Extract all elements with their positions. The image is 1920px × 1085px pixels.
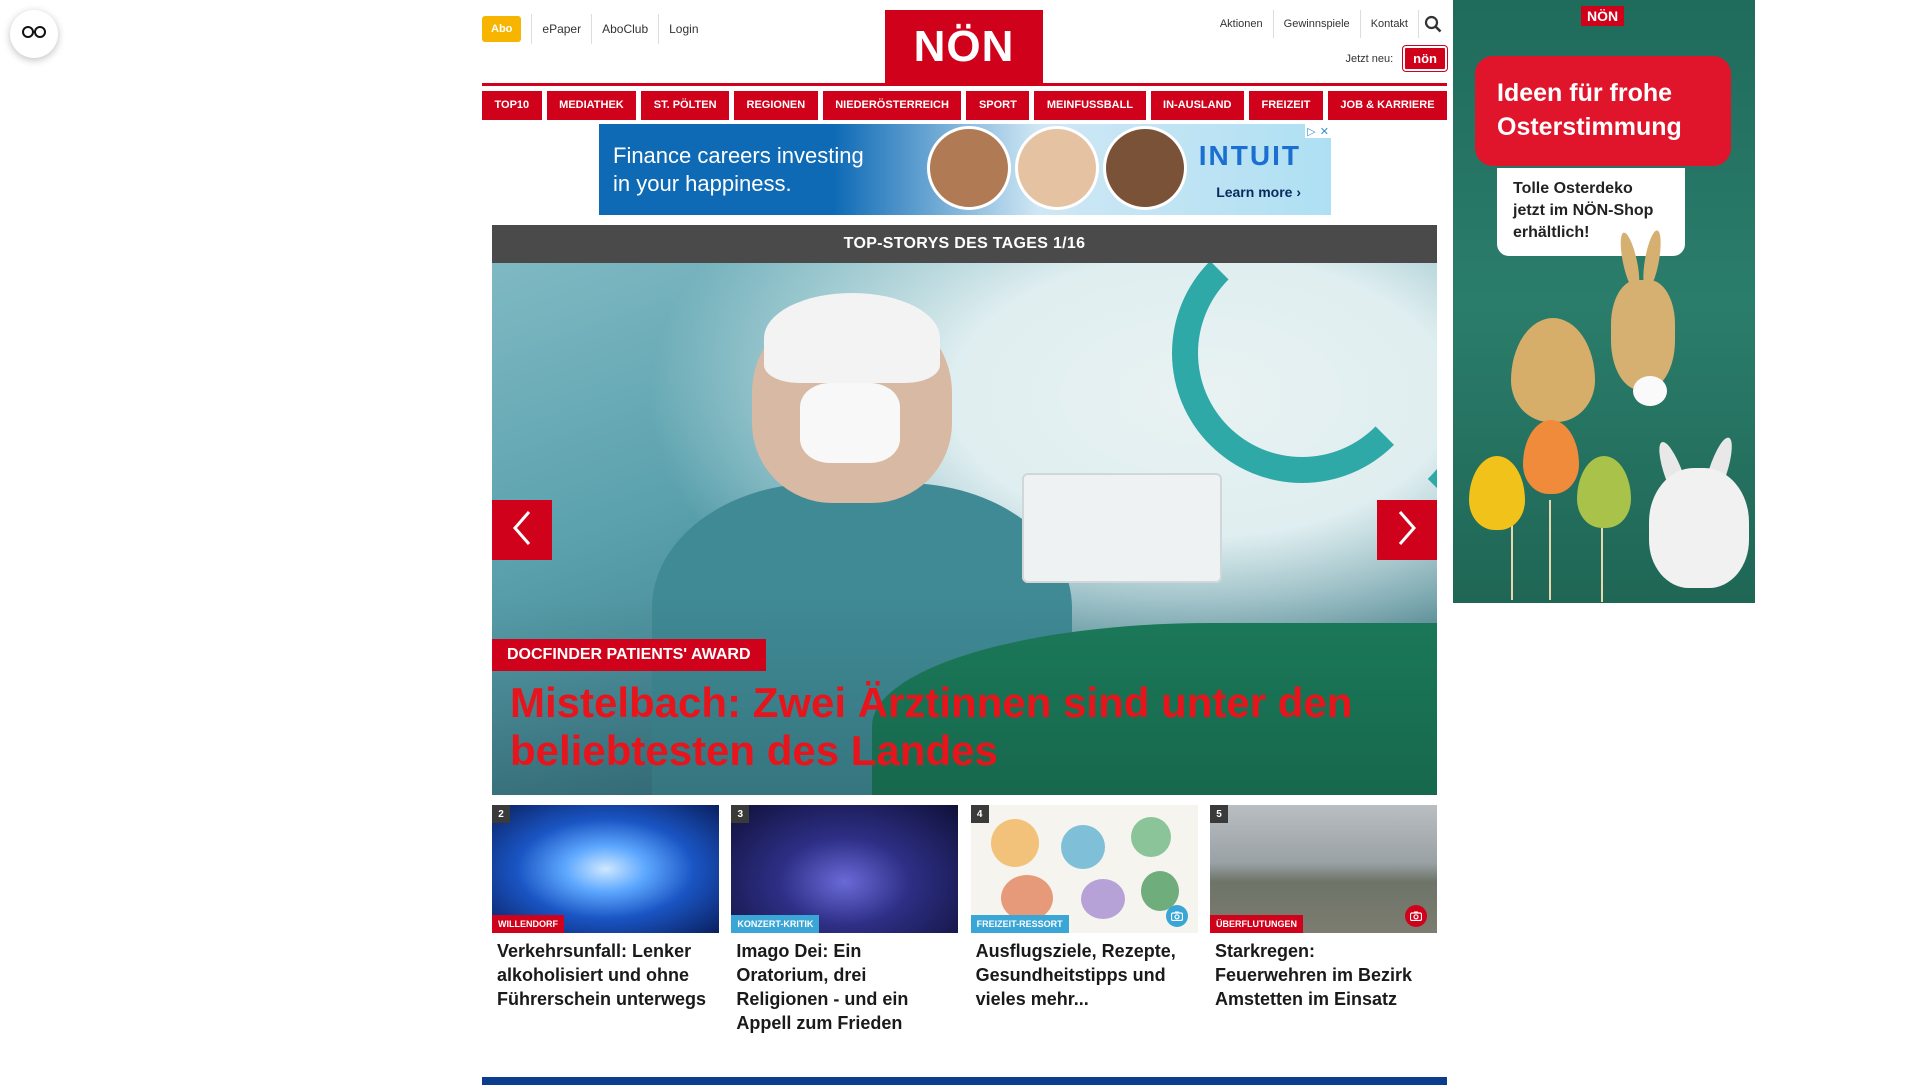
top-stories-header: TOP-STORYS DES TAGES 1/16 xyxy=(492,225,1437,263)
skyscraper-ad[interactable]: NÖN Ideen für frohe Osterstimmung Tolle … xyxy=(1453,0,1755,603)
nav-item-sport[interactable]: SPORT xyxy=(966,91,1030,120)
nav-item-in-ausland[interactable]: IN-AUSLAND xyxy=(1150,91,1245,120)
slider-next-button[interactable] xyxy=(1377,500,1437,560)
hero-image-figure xyxy=(764,293,940,383)
story-rank: 5 xyxy=(1209,805,1228,823)
story-headline[interactable]: Ausflugsziele, Rezepte, Gesundheitstipps… xyxy=(971,939,1198,1011)
story-category[interactable]: KONZERT-KRITIK xyxy=(731,915,820,933)
site-logo[interactable]: NÖN xyxy=(885,10,1043,83)
slider-prev-button[interactable] xyxy=(492,500,552,560)
story-headline[interactable]: Verkehrsunfall: Lenker alkoholisiert und… xyxy=(492,939,719,1011)
banner-ad-text: Finance careers investing in your happin… xyxy=(613,142,864,198)
story-thumbnail[interactable]: 5 ÜBERFLUTUNGEN xyxy=(1209,805,1437,933)
story-cards: 2 WILLENDORF Verkehrsunfall: Lenker alko… xyxy=(492,805,1437,1035)
story-card[interactable]: 4 FREIZEIT-RESSORT Ausflugsziele, Rezept… xyxy=(970,805,1198,1035)
story-category[interactable]: FREIZEIT-RESSORT xyxy=(970,915,1069,933)
nav-item-niederoesterreich[interactable]: NIEDERÖSTERREICH xyxy=(822,91,962,120)
skyscraper-ad-sub-line1: Tolle Osterdeko xyxy=(1513,180,1633,197)
banner-ad-line2: in your happiness. xyxy=(613,171,792,196)
reader-mode-button[interactable] xyxy=(10,10,58,58)
egg-stick xyxy=(1601,526,1603,602)
nav-item-freizeit[interactable]: FREIZEIT xyxy=(1249,91,1323,120)
section-divider xyxy=(482,1077,1447,1085)
search-icon[interactable] xyxy=(1419,10,1447,38)
story-thumbnail[interactable]: 3 KONZERT-KRITIK xyxy=(731,805,959,933)
nav-item-mediathek[interactable]: MEDIATHEK xyxy=(546,91,637,120)
skyscraper-ad-sub-line2: jetzt im NÖN-Shop xyxy=(1513,202,1654,219)
illustration-shape xyxy=(1080,879,1125,919)
epaper-link[interactable]: ePaper xyxy=(531,14,591,44)
kontakt-link[interactable]: Kontakt xyxy=(1361,10,1419,38)
egg-stick xyxy=(1511,520,1513,600)
top-stories: TOP-STORYS DES TAGES 1/16 DOCFINDER PATI… xyxy=(492,225,1437,795)
skyscraper-ad-headline-line1: Ideen für frohe xyxy=(1497,79,1673,107)
bunny-decoration xyxy=(1633,376,1667,406)
gewinnspiele-link[interactable]: Gewinnspiele xyxy=(1274,10,1361,38)
story-headline[interactable]: Imago Dei: Ein Oratorium, drei Religione… xyxy=(731,939,958,1035)
skyscraper-ad-logo: NÖN xyxy=(1581,6,1625,26)
banner-ad[interactable]: Finance careers investing in your happin… xyxy=(599,124,1331,215)
hero-slide[interactable]: DOCFINDER PATIENTS' AWARD Mistelbach: Zw… xyxy=(492,263,1437,795)
story-rank: 4 xyxy=(970,805,989,823)
camera-icon xyxy=(1165,905,1188,927)
illustration-shape xyxy=(1060,825,1105,869)
hero-title[interactable]: Mistelbach: Zwei Ärztinnen sind unter de… xyxy=(510,679,1420,775)
hero-kicker[interactable]: DOCFINDER PATIENTS' AWARD xyxy=(492,639,766,671)
story-category[interactable]: ÜBERFLUTUNGEN xyxy=(1209,915,1303,933)
banner-ad-cta[interactable]: Learn more › xyxy=(1216,184,1301,200)
nav-item-meinfussball[interactable]: MEINFUSSBALL xyxy=(1034,91,1146,120)
illustration-shape xyxy=(1130,817,1171,857)
nav-item-regionen[interactable]: REGIONEN xyxy=(734,91,818,120)
story-rank: 3 xyxy=(731,805,750,823)
skyscraper-ad-sub-line3: erhältlich! xyxy=(1513,224,1590,241)
egg-decoration xyxy=(1577,456,1631,528)
close-icon[interactable]: ✕ xyxy=(1320,125,1329,138)
bunny-decoration xyxy=(1611,280,1675,390)
banner-ad-line1: Finance careers investing xyxy=(613,143,864,168)
story-card[interactable]: 2 WILLENDORF Verkehrsunfall: Lenker alko… xyxy=(492,805,719,1035)
aktionen-link[interactable]: Aktionen xyxy=(1210,10,1274,38)
new-app-badge[interactable]: nön xyxy=(1403,46,1447,71)
hero-image-device xyxy=(1022,473,1222,583)
utility-nav-right: Aktionen Gewinnspiele Kontakt xyxy=(1210,10,1447,38)
utility-nav-left: Abo ePaper AboClub Login xyxy=(482,14,709,44)
main-nav: TOP10 MEDIATHEK ST. PÖLTEN REGIONEN NIED… xyxy=(482,91,1448,120)
jetzt-neu-label: Jetzt neu: xyxy=(1345,52,1394,65)
story-thumbnail[interactable]: 2 WILLENDORF xyxy=(492,805,719,933)
banner-ad-photos xyxy=(927,126,1187,210)
nav-item-st-poelten[interactable]: ST. PÖLTEN xyxy=(641,91,730,120)
story-card[interactable]: 3 KONZERT-KRITIK Imago Dei: Ein Oratoriu… xyxy=(731,805,959,1035)
jetzt-neu: Jetzt neu: nön xyxy=(1345,46,1447,71)
story-headline[interactable]: Starkregen: Feuerwehren im Bezirk Amstet… xyxy=(1210,939,1437,1011)
egg-decoration xyxy=(1469,456,1525,530)
story-rank: 2 xyxy=(492,805,510,823)
nav-item-top10[interactable]: TOP10 xyxy=(482,91,542,120)
aboclub-link[interactable]: AboClub xyxy=(591,14,658,44)
story-card[interactable]: 5 ÜBERFLUTUNGEN Starkregen: Feuerwehren … xyxy=(1209,805,1437,1035)
illustration-shape xyxy=(990,819,1039,867)
ad-choices-icon[interactable]: ▷ xyxy=(1307,125,1315,138)
chevron-left-icon xyxy=(512,510,532,551)
glasses-icon xyxy=(22,25,46,44)
story-category[interactable]: WILLENDORF xyxy=(492,915,564,933)
camera-icon xyxy=(1404,905,1427,927)
ad-photo xyxy=(1103,126,1187,210)
egg-decoration xyxy=(1511,318,1595,422)
hero-image-figure xyxy=(800,383,900,463)
abo-button[interactable]: Abo xyxy=(482,16,522,42)
egg-stick xyxy=(1549,500,1551,600)
chevron-right-icon xyxy=(1397,510,1417,551)
skyscraper-ad-headline-line2: Osterstimmung xyxy=(1497,113,1682,141)
login-link[interactable]: Login xyxy=(658,14,708,44)
ad-photo xyxy=(927,126,1011,210)
ad-photo xyxy=(1015,126,1099,210)
egg-decoration xyxy=(1523,420,1579,494)
skyscraper-ad-headline: Ideen für frohe Osterstimmung xyxy=(1475,56,1731,166)
header-divider xyxy=(482,83,1447,86)
story-thumbnail[interactable]: 4 FREIZEIT-RESSORT xyxy=(970,805,1198,933)
banner-ad-brand: INTUIT xyxy=(1198,140,1301,171)
ad-choices[interactable]: ▷ ✕ xyxy=(1305,124,1331,138)
rabbit-decoration xyxy=(1649,468,1749,588)
nav-item-job-karriere[interactable]: JOB & KARRIERE xyxy=(1327,91,1448,120)
